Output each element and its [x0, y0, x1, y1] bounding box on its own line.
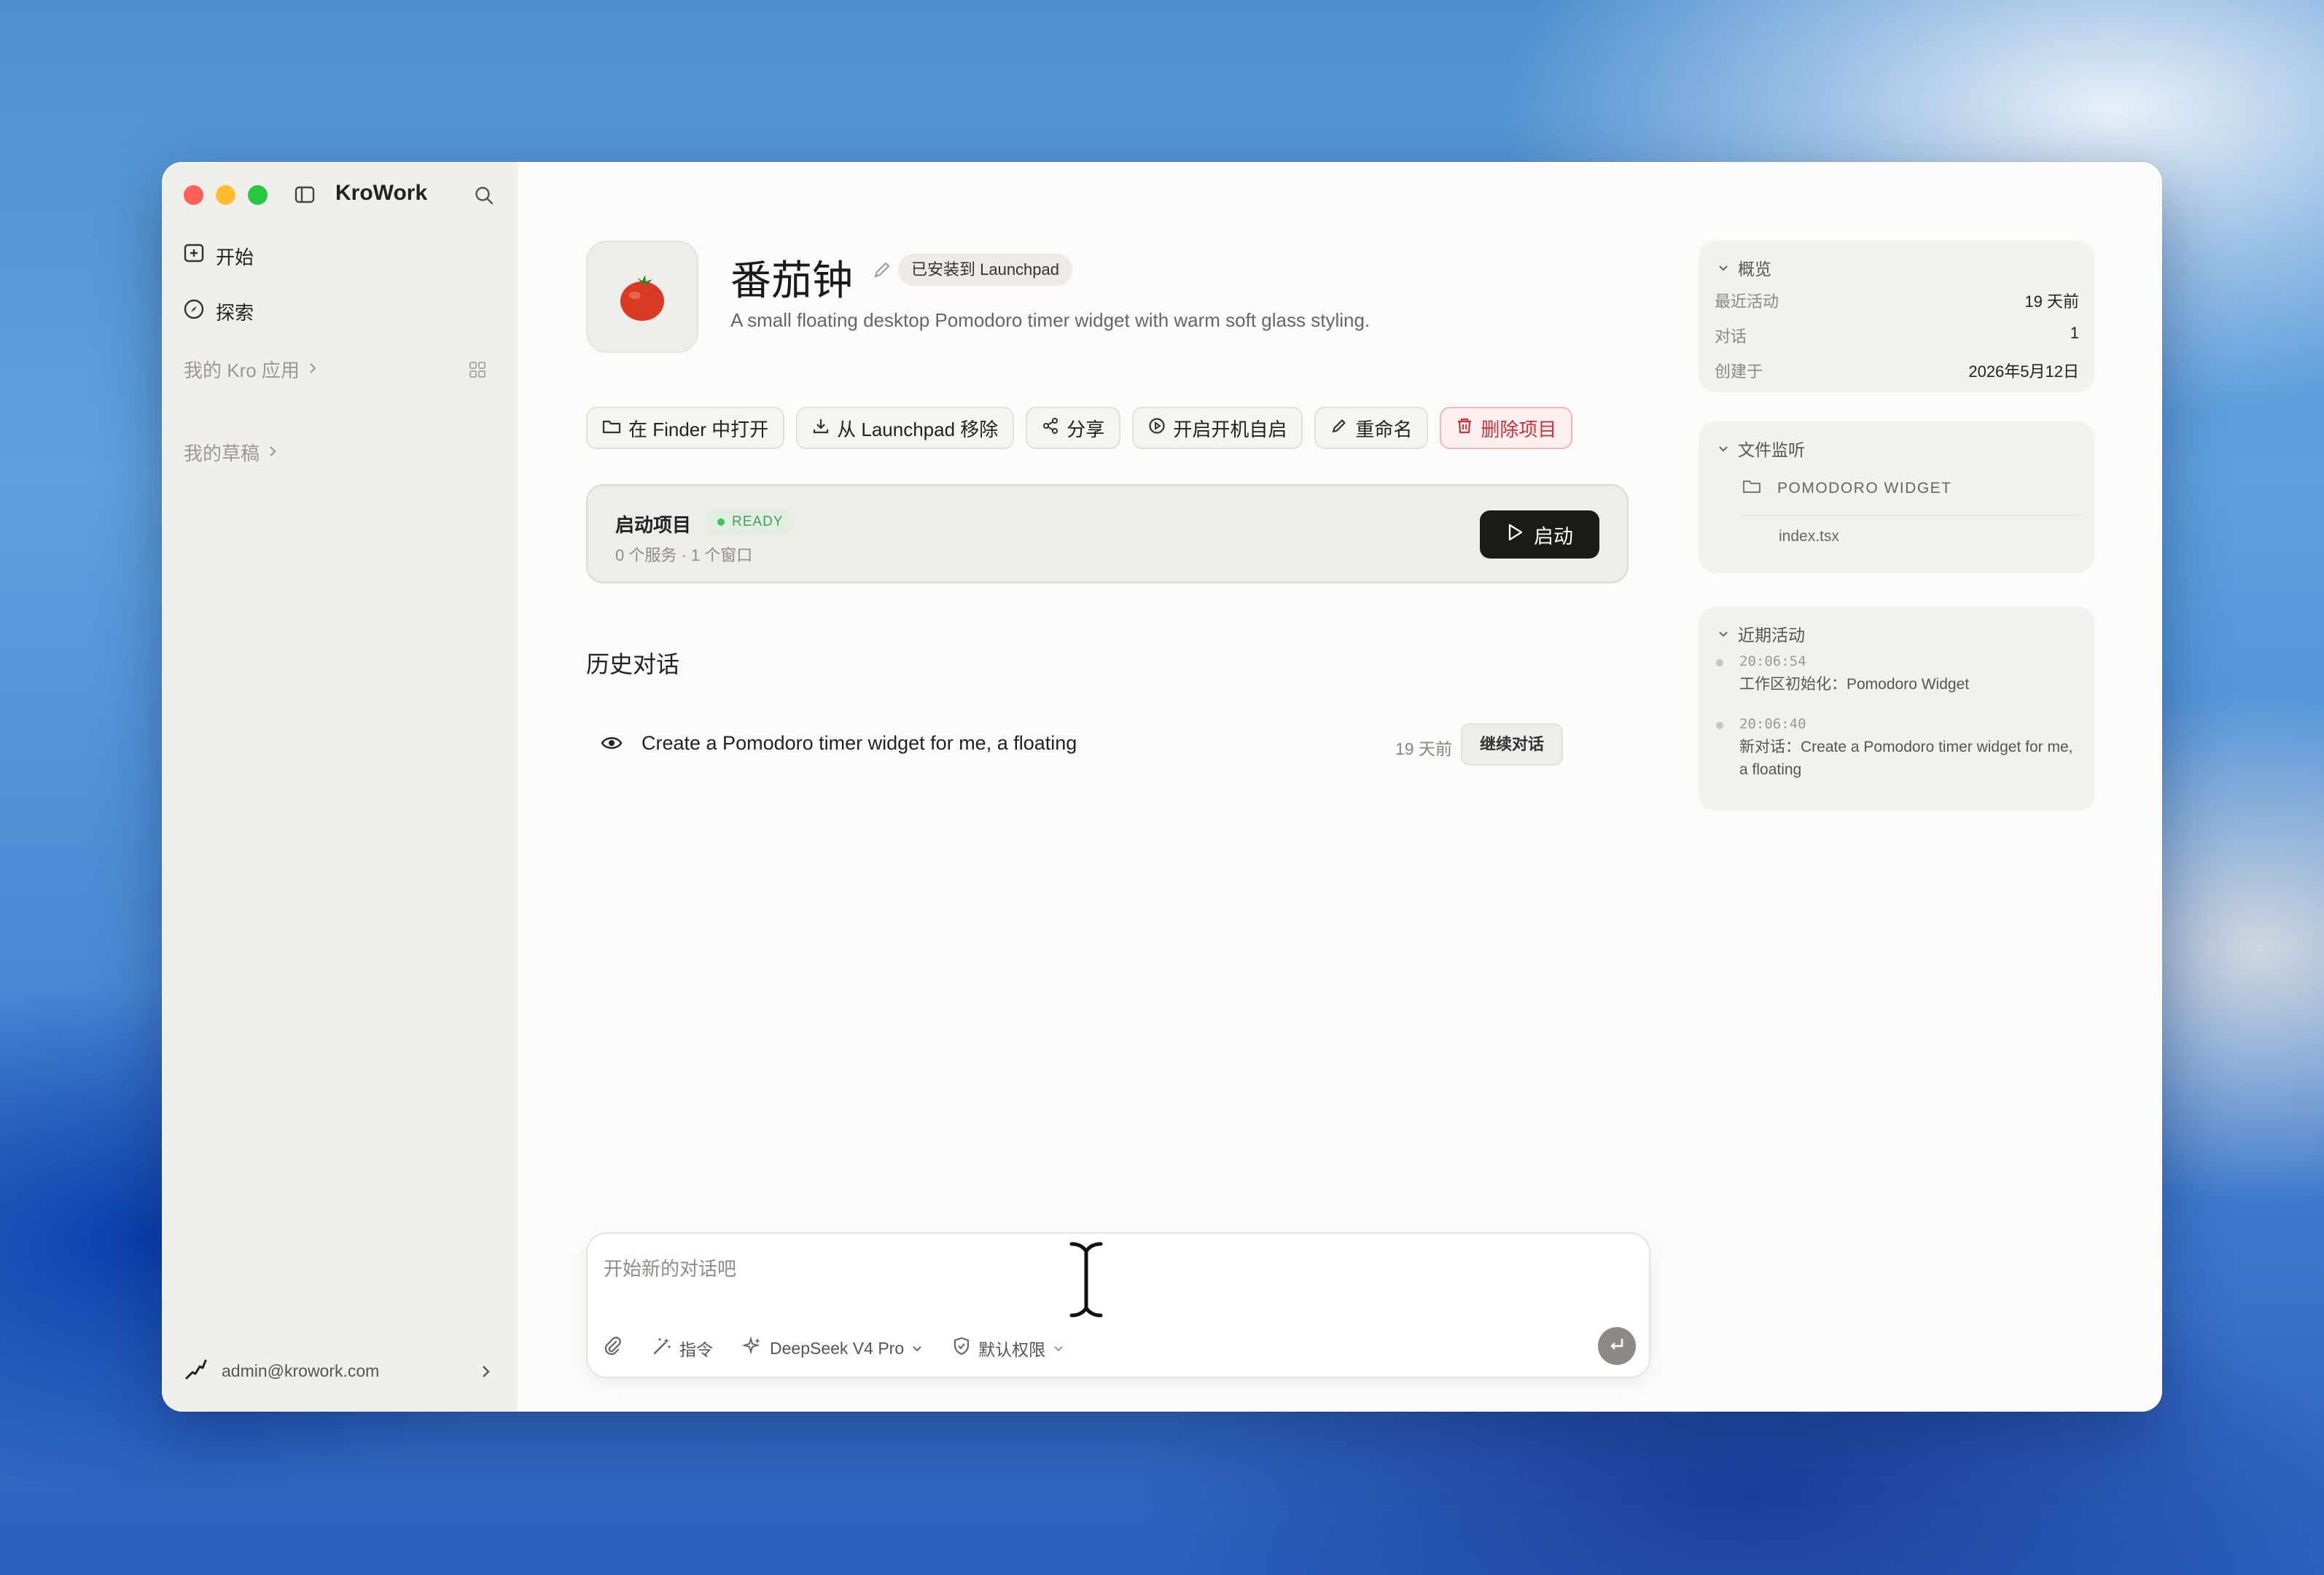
sidebar-item-start[interactable]: 开始 — [182, 242, 254, 271]
rename-button[interactable]: 重命名 — [1314, 407, 1429, 449]
magic-wand-icon — [652, 1336, 672, 1361]
enable-autostart-button[interactable]: 开启开机自启 — [1132, 407, 1303, 449]
command-button[interactable]: 指令 — [652, 1336, 713, 1361]
chevron-down-icon — [1717, 258, 1729, 278]
app-title: KroWork — [335, 181, 428, 205]
overview-row: 创建于 2026年5月12日 — [1715, 362, 2079, 381]
user-avatar-icon — [184, 1356, 208, 1385]
play-circle-icon — [1148, 417, 1166, 440]
delete-project-button[interactable]: 删除项目 — [1440, 407, 1573, 449]
send-button[interactable] — [1598, 1327, 1636, 1365]
overview-row: 对话 1 — [1715, 324, 2079, 346]
continue-conversation-button[interactable]: 继续对话 — [1461, 723, 1564, 766]
project-description: A small floating desktop Pomodoro timer … — [730, 309, 1370, 331]
file-folder-row[interactable]: POMODORO WIDGET — [1742, 478, 1952, 499]
sidebar-section-my-apps[interactable]: 我的 Kro 应用 — [184, 356, 319, 383]
chevron-right-icon[interactable] — [480, 1363, 493, 1384]
text-cursor-icon — [1066, 1240, 1107, 1323]
permission-selector[interactable]: 默认权限 — [952, 1336, 1064, 1361]
sidebar-toggle-icon[interactable] — [295, 186, 315, 207]
conversation-time: 19 天前 — [1395, 739, 1452, 758]
history-title: 历史对话 — [586, 650, 680, 678]
project-actions: 在 Finder 中打开 从 Launchpad 移除 分享 开启开机自启 重命… — [586, 407, 1573, 449]
overview-header[interactable]: 概览 — [1717, 255, 1771, 280]
file-item[interactable]: index.tsx — [1779, 528, 1839, 545]
grid-view-icon[interactable] — [468, 360, 487, 383]
chevron-down-icon — [1717, 624, 1729, 644]
file-watch-card: 文件监听 POMODORO WIDGET index.tsx — [1699, 421, 2095, 573]
launch-card: 启动项目 READY 0 个服务 · 1 个窗口 启动 — [586, 484, 1629, 583]
folder-icon — [602, 417, 621, 440]
status-badge: READY — [706, 509, 795, 535]
sparkle-icon — [741, 1336, 763, 1361]
close-window-button[interactable] — [184, 185, 203, 205]
user-account[interactable]: admin@krowork.com — [184, 1356, 379, 1385]
compass-icon — [182, 298, 206, 326]
sidebar-item-label: 探索 — [216, 302, 254, 324]
sidebar-section-drafts[interactable]: 我的草稿 — [184, 439, 278, 466]
launch-title: 启动项目 — [615, 514, 692, 536]
new-chat-icon — [182, 242, 206, 271]
timeline-dot — [1716, 659, 1723, 666]
chevron-down-icon — [1717, 439, 1729, 459]
share-icon — [1042, 417, 1059, 440]
launch-button[interactable]: 启动 — [1480, 510, 1599, 559]
chevron-right-icon — [267, 441, 278, 464]
overview-card: 概览 最近活动 19 天前 对话 1 创建于 2026年5月12日 — [1699, 241, 2095, 392]
divider — [1742, 515, 2081, 516]
sidebar-item-label: 开始 — [216, 246, 254, 268]
minimize-window-button[interactable] — [216, 185, 235, 205]
main-panel: 番茄钟 已安装到 Launchpad A small floating desk… — [518, 162, 2162, 1412]
user-email: admin@krowork.com — [222, 1361, 380, 1380]
conversation-row[interactable]: Create a Pomodoro timer widget for me, a… — [586, 718, 1566, 770]
installed-badge: 已安装到 Launchpad — [898, 254, 1072, 286]
zoom-window-button[interactable] — [248, 185, 268, 205]
shield-icon — [952, 1336, 971, 1361]
app-window: KroWork 开始 探索 我的 Kro 应用 我的草稿 admin@krowo… — [162, 162, 2162, 1412]
app-icon — [586, 241, 698, 353]
paperclip-icon — [602, 1336, 623, 1361]
conversation-title: Create a Pomodoro timer widget for me, a… — [642, 732, 1077, 754]
timeline-dot — [1716, 722, 1723, 729]
activity-item: 20:06:40 新对话：Create a Pomodoro timer wid… — [1716, 713, 2073, 781]
download-icon — [812, 417, 830, 440]
eye-icon — [601, 734, 623, 756]
project-name: 番茄钟 — [730, 257, 853, 305]
remove-from-launchpad-button[interactable]: 从 Launchpad 移除 — [796, 407, 1015, 449]
overview-row: 最近活动 19 天前 — [1715, 292, 2079, 311]
composer-toolbar: 指令 DeepSeek V4 Pro 默认权限 — [602, 1336, 1064, 1361]
pencil-icon — [1330, 417, 1348, 440]
search-icon[interactable] — [474, 185, 494, 209]
chevron-down-icon — [911, 1339, 923, 1358]
message-input[interactable] — [602, 1250, 1334, 1288]
tomato-icon — [620, 275, 664, 321]
model-selector[interactable]: DeepSeek V4 Pro — [741, 1336, 923, 1361]
launch-subtitle: 0 个服务 · 1 个窗口 — [615, 546, 753, 564]
chevron-right-icon — [307, 358, 319, 381]
activity-item: 20:06:54 工作区初始化：Pomodoro Widget — [1716, 650, 2073, 696]
sidebar-section-label: 我的 Kro 应用 — [184, 359, 300, 381]
share-button[interactable]: 分享 — [1026, 407, 1121, 449]
file-watch-header[interactable]: 文件监听 — [1717, 436, 1805, 461]
edit-name-icon[interactable] — [872, 260, 892, 284]
trash-icon — [1456, 417, 1473, 440]
activity-card: 近期活动 20:06:54 工作区初始化：Pomodoro Widget 20:… — [1699, 607, 2095, 811]
composer: 指令 DeepSeek V4 Pro 默认权限 — [586, 1232, 1650, 1378]
chevron-down-icon — [1053, 1339, 1064, 1358]
open-in-finder-button[interactable]: 在 Finder 中打开 — [586, 407, 785, 449]
folder-icon — [1742, 478, 1761, 499]
sidebar-item-explore[interactable]: 探索 — [182, 298, 254, 326]
enter-icon — [1607, 1335, 1626, 1358]
play-icon — [1506, 523, 1524, 547]
activity-header[interactable]: 近期活动 — [1717, 621, 1805, 646]
sidebar: KroWork 开始 探索 我的 Kro 应用 我的草稿 admin@krowo… — [162, 162, 518, 1412]
attach-button[interactable] — [602, 1336, 623, 1361]
sidebar-section-label: 我的草稿 — [184, 443, 260, 464]
